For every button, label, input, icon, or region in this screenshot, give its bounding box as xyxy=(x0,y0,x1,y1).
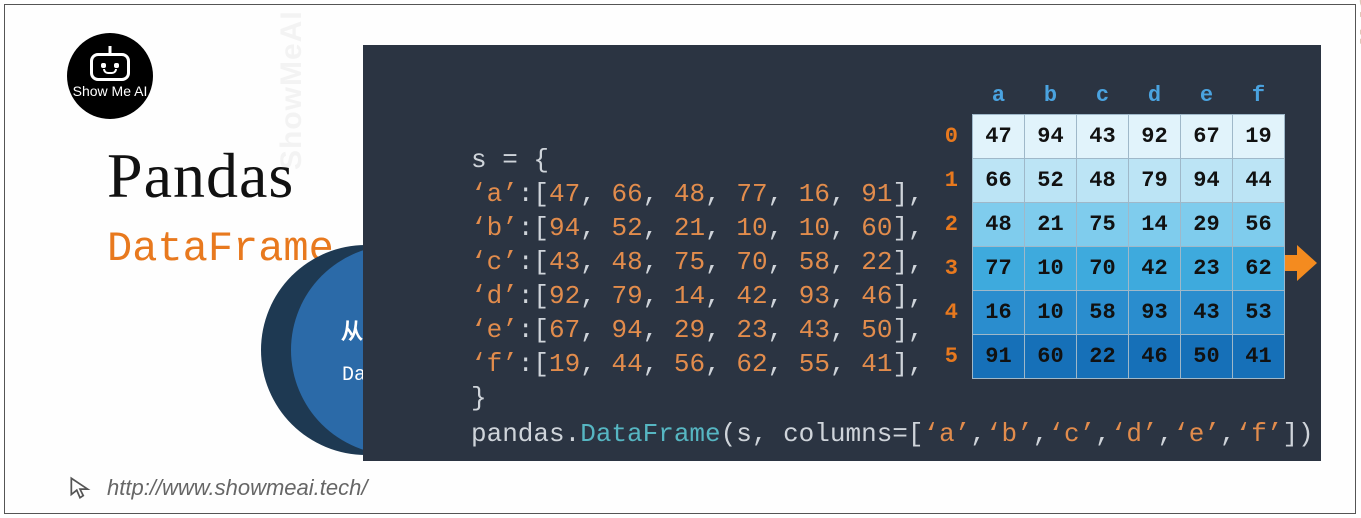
col-header: e xyxy=(1181,77,1233,115)
footer-url: http://www.showmeai.tech/ xyxy=(107,475,367,501)
col-header: a xyxy=(973,77,1025,115)
table-cell: 23 xyxy=(1181,247,1233,291)
table-cell: 47 xyxy=(973,115,1025,159)
row-index: 3 xyxy=(939,247,973,291)
table-cell: 41 xyxy=(1233,335,1285,379)
table-cell: 10 xyxy=(1025,291,1077,335)
left-panel: Show Me AI Pandas DataFrame xyxy=(67,33,367,273)
table-cell: 62 xyxy=(1233,247,1285,291)
slide-frame: ShowMeAI Show Me AI Pandas DataFrame 从字典… xyxy=(4,4,1356,514)
footer: http://www.showmeai.tech/ xyxy=(67,475,367,501)
table-cell: 94 xyxy=(1025,115,1077,159)
table-cell: 16 xyxy=(973,291,1025,335)
table-cell: 29 xyxy=(1181,203,1233,247)
brand-logo: Show Me AI xyxy=(67,33,153,119)
table-cell: 21 xyxy=(1025,203,1077,247)
table-cell: 70 xyxy=(1077,247,1129,291)
row-index: 2 xyxy=(939,203,973,247)
table-cell: 10 xyxy=(1025,247,1077,291)
table-cell: 48 xyxy=(973,203,1025,247)
table-cell: 67 xyxy=(1181,115,1233,159)
table-cell: 43 xyxy=(1181,291,1233,335)
table-cell: 93 xyxy=(1129,291,1181,335)
code-panel: s = { ‘a’:[47, 66, 48, 77, 16, 91], ‘b’:… xyxy=(363,45,1321,461)
table-cell: 22 xyxy=(1077,335,1129,379)
table-cell: 91 xyxy=(973,335,1025,379)
watermark-right: ShowMeAI xyxy=(1351,0,1361,47)
col-header: b xyxy=(1025,77,1077,115)
col-header: c xyxy=(1077,77,1129,115)
code-call: pandas.DataFrame(s, columns=[‘a’,‘b’,‘c’… xyxy=(471,419,1314,449)
table-cell: 50 xyxy=(1181,335,1233,379)
table-cell: 58 xyxy=(1077,291,1129,335)
table-cell: 48 xyxy=(1077,159,1129,203)
cursor-icon xyxy=(67,475,93,501)
table-cell: 43 xyxy=(1077,115,1129,159)
table-cell: 94 xyxy=(1181,159,1233,203)
logo-text: Show Me AI xyxy=(73,83,148,99)
col-header: d xyxy=(1129,77,1181,115)
table-cell: 44 xyxy=(1233,159,1285,203)
table-cell: 52 xyxy=(1025,159,1077,203)
table-cell: 77 xyxy=(973,247,1025,291)
table-cell: 19 xyxy=(1233,115,1285,159)
table-cell: 56 xyxy=(1233,203,1285,247)
table-cell: 79 xyxy=(1129,159,1181,203)
table-cell: 75 xyxy=(1077,203,1129,247)
table-cell: 53 xyxy=(1233,291,1285,335)
table-cell: 14 xyxy=(1129,203,1181,247)
row-index: 5 xyxy=(939,335,973,379)
table-cell: 92 xyxy=(1129,115,1181,159)
table-cell: 42 xyxy=(1129,247,1181,291)
table-cell: 66 xyxy=(973,159,1025,203)
row-index: 1 xyxy=(939,159,973,203)
table-cell: 60 xyxy=(1025,335,1077,379)
row-index: 4 xyxy=(939,291,973,335)
row-index: 0 xyxy=(939,115,973,159)
page-title: Pandas xyxy=(107,139,367,213)
dataframe-table: abcdef0479443926719166524879944424821751… xyxy=(939,77,1285,379)
col-header: f xyxy=(1233,77,1285,115)
table-cell: 46 xyxy=(1129,335,1181,379)
code-block: s = { ‘a’:[47, 66, 48, 77, 16, 91], ‘b’:… xyxy=(471,143,924,415)
robot-icon xyxy=(90,53,130,81)
